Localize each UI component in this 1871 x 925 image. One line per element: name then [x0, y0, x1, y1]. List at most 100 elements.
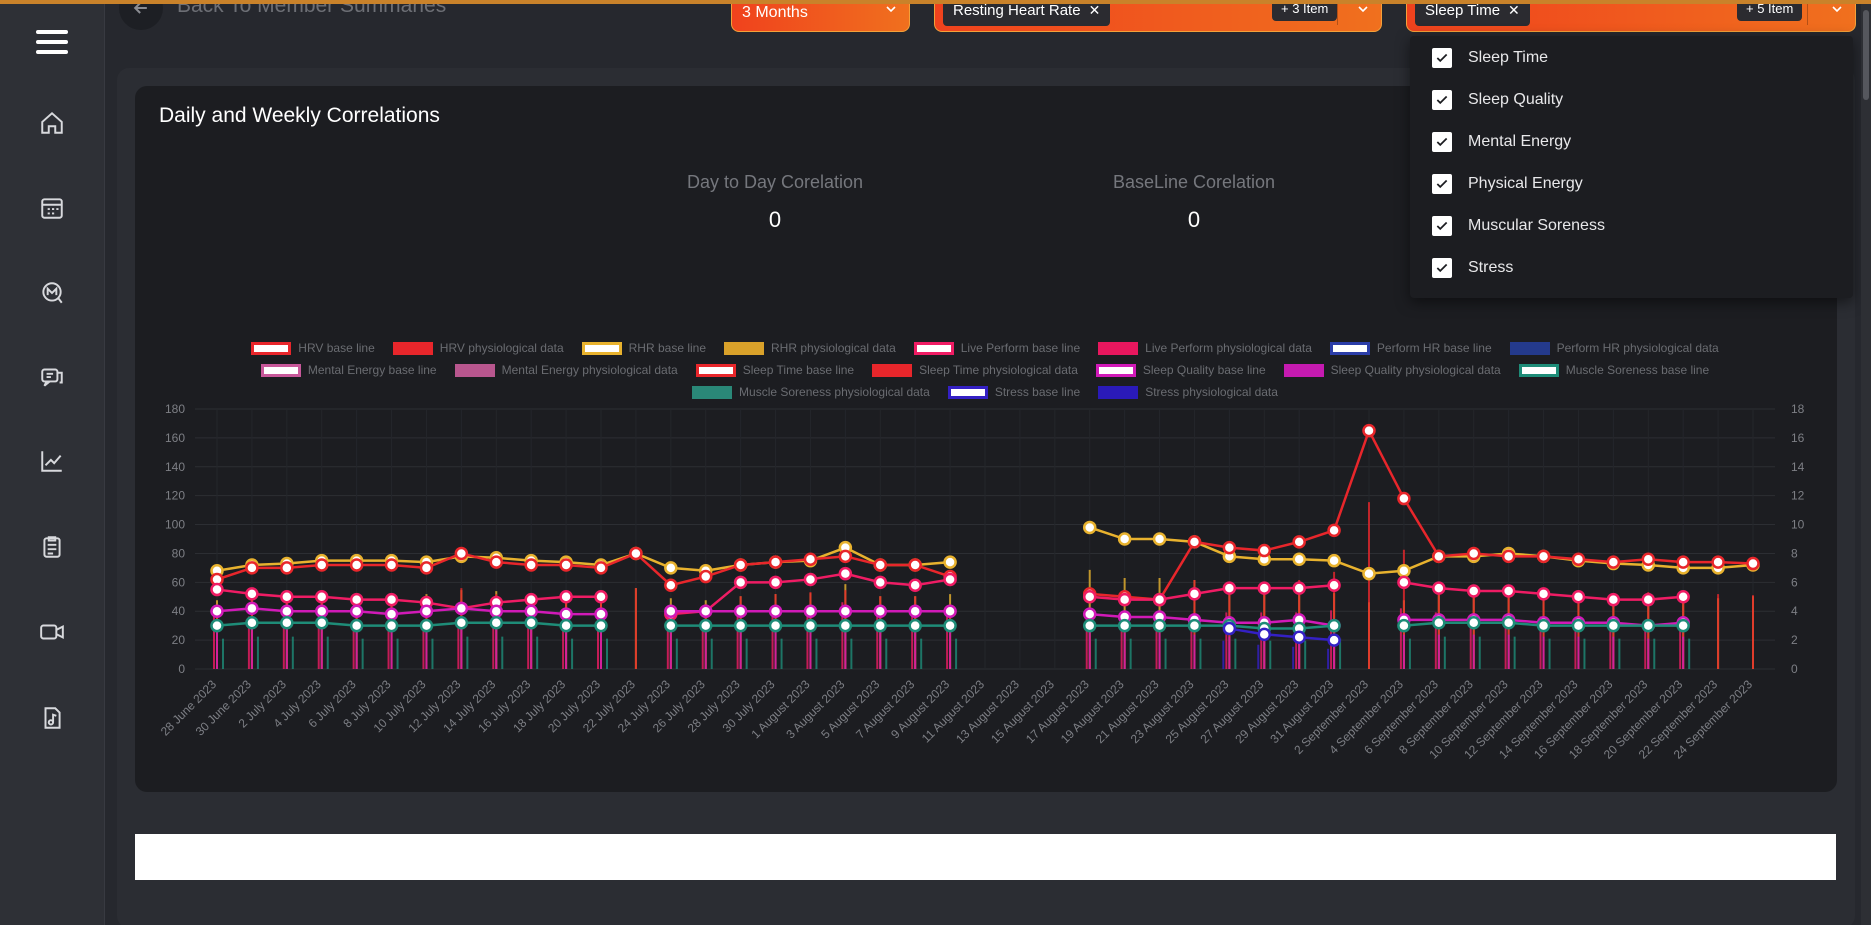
legend-item[interactable]: Mental Energy physiological data — [454, 361, 678, 379]
data-point — [629, 546, 643, 561]
data-point — [314, 616, 329, 630]
data-point — [1676, 618, 1690, 633]
data-point — [1152, 592, 1167, 607]
messages-icon[interactable] — [34, 358, 70, 394]
metric-chip-label: Resting Heart Rate — [953, 1, 1081, 19]
data-point — [943, 604, 957, 618]
data-point — [664, 561, 678, 575]
dropdown-option[interactable]: Muscular Soreness — [1432, 216, 1605, 236]
y-tick-label-left: 180 — [165, 402, 185, 416]
legend-label: Perform HR base line — [1376, 341, 1492, 355]
legend-label: Perform HR physiological data — [1556, 341, 1719, 355]
data-point — [280, 561, 294, 575]
metric-select[interactable]: Resting Heart Rate ✕ + 3 Item — [934, 0, 1382, 32]
video-icon[interactable] — [34, 614, 70, 650]
series-line — [1229, 627, 1335, 642]
data-point — [1082, 618, 1097, 633]
data-point — [698, 569, 713, 584]
dropdown-option[interactable]: Physical Energy — [1432, 174, 1583, 194]
legend-item[interactable]: RHR base line — [581, 339, 706, 357]
data-point — [1187, 618, 1202, 633]
legend-label: RHR physiological data — [771, 341, 896, 355]
checkbox-checked-icon[interactable] — [1432, 132, 1452, 152]
legend-item[interactable]: Sleep Quality base line — [1095, 361, 1266, 379]
dropdown-option[interactable]: Sleep Time — [1432, 48, 1548, 68]
legend-item[interactable]: HRV base line — [251, 339, 375, 357]
data-point — [559, 590, 573, 604]
data-point — [349, 558, 364, 572]
checkbox-checked-icon[interactable] — [1432, 48, 1452, 68]
back-link[interactable]: Back To Member Summaries — [119, 0, 446, 30]
data-point — [698, 618, 713, 633]
clipboard-icon[interactable] — [34, 529, 70, 565]
legend-item[interactable]: Sleep Time base line — [695, 361, 854, 379]
card-title: Daily and Weekly Correlations — [159, 104, 440, 127]
legend-item[interactable]: Sleep Quality physiological data — [1283, 361, 1501, 379]
period-select[interactable]: 3 Months — [731, 0, 910, 32]
dropdown-option[interactable]: Sleep Quality — [1432, 90, 1563, 110]
data-point — [349, 592, 364, 607]
remove-chip-icon[interactable]: ✕ — [1508, 2, 1520, 19]
chat-m-icon[interactable] — [34, 275, 70, 311]
home-icon[interactable] — [34, 105, 70, 141]
legend-item[interactable]: Perform HR physiological data — [1509, 339, 1719, 357]
checkbox-checked-icon[interactable] — [1432, 174, 1452, 194]
y-tick-label-left: 0 — [178, 662, 185, 676]
scrollbar-thumb[interactable] — [1863, 10, 1869, 100]
legend-swatch — [1098, 341, 1139, 355]
legend-item[interactable]: Sleep Time physiological data — [872, 361, 1078, 379]
legend-item[interactable]: RHR physiological data — [724, 339, 896, 357]
data-point — [349, 618, 364, 633]
y-tick-label-right: 10 — [1791, 518, 1805, 532]
data-point — [1187, 587, 1202, 601]
music-file-icon[interactable] — [34, 700, 70, 736]
data-point — [908, 558, 922, 572]
scrollbar[interactable] — [1861, 0, 1871, 925]
back-arrow-icon[interactable] — [119, 0, 163, 30]
top-accent-line — [0, 0, 1871, 4]
checkbox-checked-icon[interactable] — [1432, 216, 1452, 236]
y-tick-label-right: 18 — [1791, 402, 1805, 416]
data-point — [1152, 532, 1167, 546]
data-point — [1711, 555, 1725, 569]
data-point — [1466, 584, 1481, 598]
data-point — [1571, 618, 1586, 633]
data-point — [1746, 556, 1760, 571]
legend-item[interactable]: Muscle Soreness base line — [1518, 361, 1709, 379]
data-point — [1571, 590, 1586, 604]
legend-label: Mental Energy base line — [307, 363, 437, 377]
checkbox-checked-icon[interactable] — [1432, 90, 1452, 110]
legend-label: Sleep Quality base line — [1142, 363, 1266, 377]
checkbox-checked-icon[interactable] — [1432, 258, 1452, 278]
data-point — [245, 587, 259, 601]
data-point — [1292, 535, 1306, 549]
dropdown-option[interactable]: Mental Energy — [1432, 132, 1571, 152]
y-tick-label-right: 12 — [1791, 489, 1805, 503]
data-point — [419, 604, 434, 618]
hamburger-menu-icon[interactable] — [36, 30, 68, 58]
legend-item[interactable]: Live Perform base line — [913, 339, 1080, 357]
data-point — [1397, 491, 1411, 506]
trend-chart-icon[interactable] — [34, 443, 70, 479]
baseline-label: BaseLine Corelation — [1112, 172, 1276, 192]
data-point — [245, 601, 259, 616]
data-point — [908, 578, 922, 592]
chart-legend: HRV base line HRV physiological data RHR b… — [150, 339, 1820, 401]
calendar-icon[interactable] — [34, 190, 70, 226]
legend-label: Sleep Quality physiological data — [1330, 363, 1501, 377]
dropdown-option[interactable]: Stress — [1432, 258, 1513, 278]
legend-item[interactable]: Mental Energy base line — [260, 361, 437, 379]
data-point — [1222, 581, 1237, 595]
remove-chip-icon[interactable]: ✕ — [1089, 2, 1101, 19]
legend-label: Live Perform physiological data — [1145, 341, 1312, 355]
y-tick-label-left: 120 — [165, 489, 185, 503]
wellness-select[interactable]: Sleep Time ✕ + 5 Item — [1406, 0, 1856, 32]
y-tick-label-right: 4 — [1791, 604, 1798, 618]
data-point — [768, 618, 783, 633]
legend-item[interactable]: Live Perform physiological data — [1098, 339, 1312, 357]
legend-item[interactable]: Perform HR base line — [1329, 339, 1492, 357]
dropdown-option-label: Muscular Soreness — [1468, 217, 1605, 234]
legend-item[interactable]: HRV physiological data — [392, 339, 564, 357]
data-point — [768, 604, 783, 618]
data-point — [803, 552, 818, 566]
